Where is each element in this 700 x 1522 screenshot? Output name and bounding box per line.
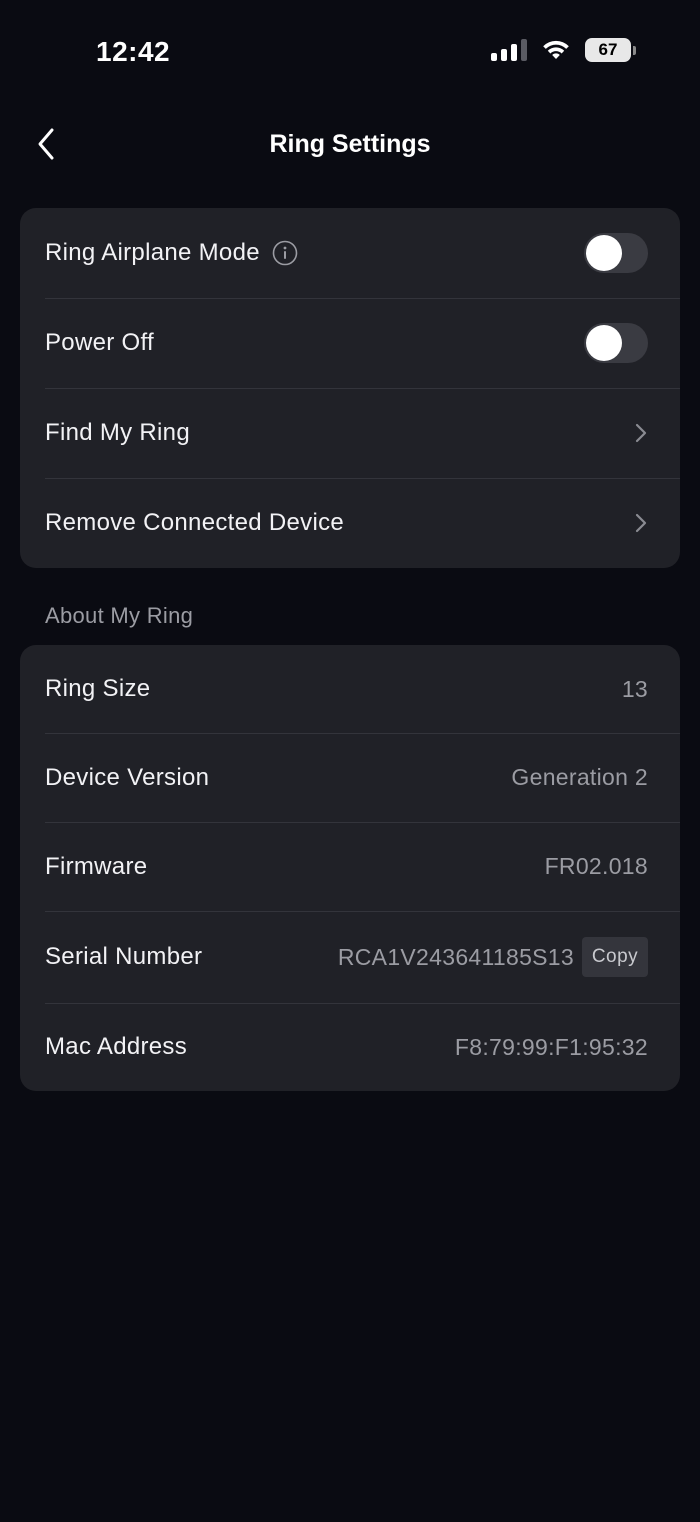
device-version-row: Device Version Generation 2 xyxy=(20,733,680,822)
nav-bar: Ring Settings xyxy=(0,110,700,180)
mac-address-label: Mac Address xyxy=(45,1033,188,1060)
ring-size-label: Ring Size xyxy=(45,675,151,702)
ring-size-row: Ring Size 13 xyxy=(20,645,680,733)
find-my-ring-label: Find My Ring xyxy=(45,419,190,446)
firmware-label: Firmware xyxy=(45,852,148,880)
remove-connected-device-row[interactable]: Remove Connected Device xyxy=(20,478,680,568)
serial-number-value: RCA1V243641185S13 xyxy=(337,943,574,970)
power-off-row: Power Off xyxy=(20,298,680,388)
ring-size-value: 13 xyxy=(621,675,648,702)
status-bar: 12:42 67 xyxy=(0,0,700,100)
battery-level: 67 xyxy=(585,38,631,62)
serial-number-label: Serial Number xyxy=(45,943,203,970)
about-card: Ring Size 13 Device Version Generation 2… xyxy=(20,645,680,1091)
mac-address-row: Mac Address F8:79:99:F1:95:32 xyxy=(20,1003,680,1091)
mac-address-value: F8:79:99:F1:95:32 xyxy=(454,1033,648,1060)
info-icon[interactable] xyxy=(272,240,298,266)
chevron-right-icon xyxy=(634,422,648,444)
wifi-icon xyxy=(541,39,571,61)
status-time: 12:42 xyxy=(96,36,171,67)
device-version-value: Generation 2 xyxy=(511,764,648,790)
airplane-mode-toggle[interactable] xyxy=(584,233,648,273)
firmware-row: Firmware FR02.018 xyxy=(20,822,680,911)
find-my-ring-row[interactable]: Find My Ring xyxy=(20,388,680,478)
device-version-label: Device Version xyxy=(45,763,210,791)
serial-number-row: Serial Number RCA1V243641185S13 Copy xyxy=(20,911,680,1003)
about-section-header: About My Ring xyxy=(45,603,194,628)
firmware-value: FR02.018 xyxy=(544,853,648,879)
chevron-right-icon xyxy=(634,512,648,534)
status-icons: 67 xyxy=(491,38,636,62)
toggle-knob xyxy=(586,325,622,361)
airplane-mode-label: Ring Airplane Mode xyxy=(45,239,260,266)
settings-card: Ring Airplane Mode Power Off Find My Rin… xyxy=(20,208,680,568)
cellular-signal-icon xyxy=(491,39,527,61)
page-title: Ring Settings xyxy=(269,130,431,158)
copy-serial-button[interactable]: Copy xyxy=(582,937,648,977)
remove-connected-device-label: Remove Connected Device xyxy=(45,509,345,536)
toggle-knob xyxy=(586,235,622,271)
power-off-label: Power Off xyxy=(45,329,154,356)
power-off-toggle[interactable] xyxy=(584,323,648,363)
airplane-mode-row: Ring Airplane Mode xyxy=(20,208,680,298)
battery-icon: 67 xyxy=(585,38,636,62)
ring-settings-screen: 12:42 67 Ring Settings Ring Airplane Mod… xyxy=(0,0,700,1522)
